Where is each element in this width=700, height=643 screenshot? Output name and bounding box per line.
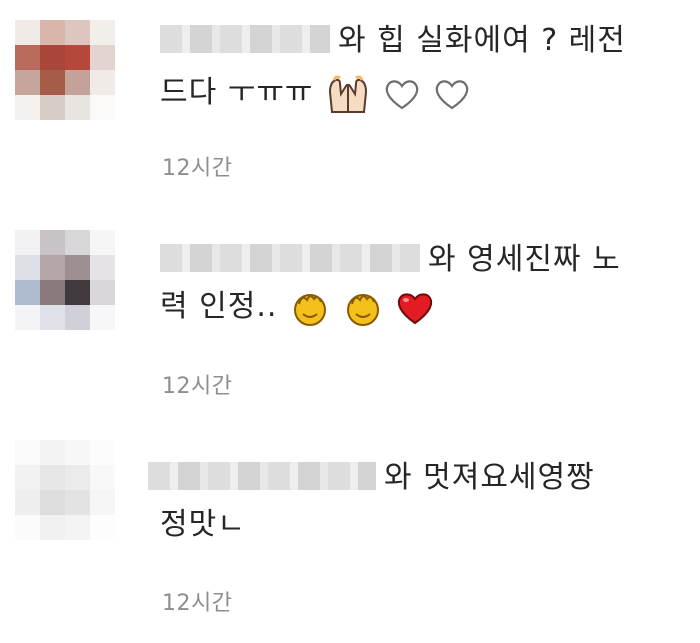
avatar-pixel [65, 305, 90, 330]
avatar-pixel [65, 255, 90, 280]
avatar-pixel [65, 490, 90, 515]
avatar-pixel [15, 230, 40, 255]
comment-text: 력 인정.. [160, 289, 278, 324]
avatar-pixel [90, 440, 115, 465]
clapping-hands-icon [346, 293, 379, 326]
avatar-pixel [40, 490, 65, 515]
comment-text: 와 멋져요세영짱 [384, 460, 595, 495]
avatar-pixel [15, 255, 40, 280]
comment-text: 와 영세진짜 노 [428, 242, 621, 277]
comment-text-line: 와 멋져요세영짱 [148, 458, 595, 498]
comment-text-line: 정맛ㄴ [160, 505, 246, 545]
avatar-pixel [15, 305, 40, 330]
avatar-pixel [90, 280, 115, 305]
avatar-pixel [15, 515, 40, 540]
avatar-pixel [90, 255, 115, 280]
avatar[interactable] [15, 230, 115, 330]
avatar-pixel [65, 515, 90, 540]
timestamp: 12시간 [162, 374, 233, 399]
username-blurred[interactable] [160, 243, 420, 272]
avatar[interactable] [15, 440, 115, 540]
clapping-hands-icon [293, 293, 326, 326]
comment-item: 와 멋져요세영짱 정맛ㄴ 12시간 [0, 0, 700, 616]
avatar-pixel [65, 280, 90, 305]
avatar-pixel [90, 305, 115, 330]
avatar-pixel [65, 465, 90, 490]
red-heart-icon [397, 292, 433, 324]
avatar-pixel [15, 280, 40, 305]
avatar-pixel [15, 465, 40, 490]
avatar-pixel [65, 230, 90, 255]
comment-text-line: 력 인정.. [160, 287, 435, 328]
avatar-pixel [40, 255, 65, 280]
avatar-pixel [90, 515, 115, 540]
avatar-pixel [40, 280, 65, 305]
avatar-pixel [90, 490, 115, 515]
avatar-pixel [40, 305, 65, 330]
username-blurred[interactable] [148, 461, 376, 490]
avatar-pixel [15, 440, 40, 465]
avatar-pixel [90, 465, 115, 490]
avatar-pixel [40, 440, 65, 465]
comment-text-line: 와 영세진짜 노 [160, 240, 621, 280]
avatar-pixel [40, 230, 65, 255]
avatar-pixel [65, 440, 90, 465]
timestamp: 12시간 [162, 591, 233, 616]
comment-text: 정맛ㄴ [160, 507, 246, 542]
avatar-pixel [40, 465, 65, 490]
avatar-pixel [15, 490, 40, 515]
avatar-pixel [90, 230, 115, 255]
avatar-pixel [40, 515, 65, 540]
